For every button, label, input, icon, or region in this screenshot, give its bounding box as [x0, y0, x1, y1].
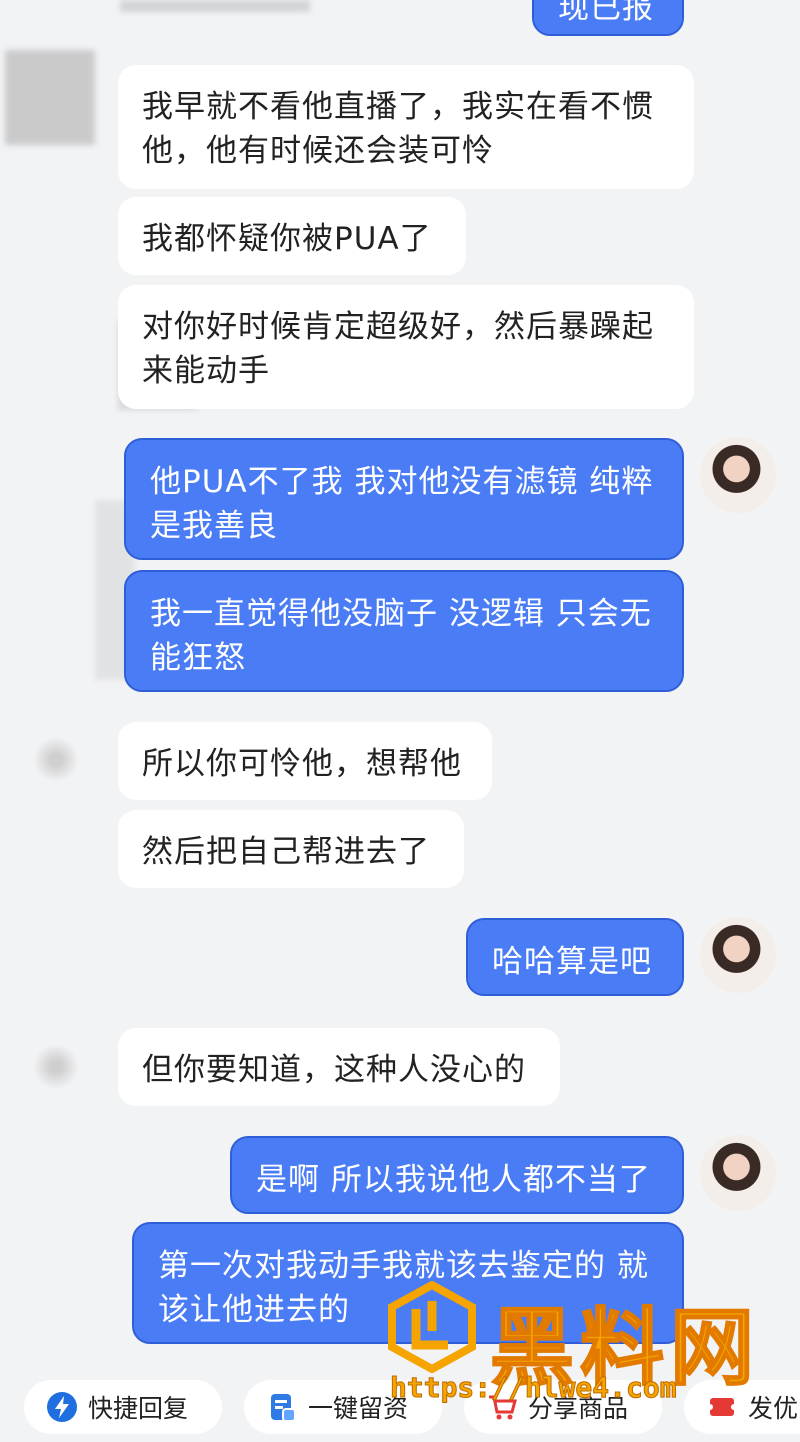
collect-info-button[interactable]: 一键留资	[244, 1380, 442, 1434]
quick-action-bar: 快捷回复 一键留资 分享商品 发优	[0, 1372, 800, 1442]
chat-bubble-incoming[interactable]: 我都怀疑你被PUA了	[118, 197, 466, 275]
chat-bubble-incoming[interactable]: 所以你可怜他，想帮他	[118, 722, 492, 800]
message-text: 所以你可怜他，想帮他	[142, 746, 462, 782]
message-text: 我早就不看他直播了，我实在看不惯他，他有时候还会装可怜	[142, 89, 654, 169]
message-text: 第一次对我动手我就该去鉴定的 就该让他进去的	[158, 1248, 649, 1328]
quick-reply-button[interactable]: 快捷回复	[24, 1380, 222, 1434]
quick-action-label: 快捷回复	[88, 1394, 189, 1423]
chat-bubble-incoming[interactable]: 但你要知道，这种人没心的	[118, 1028, 560, 1106]
message-text: 然后把自己帮进去了	[142, 834, 430, 870]
quick-action-label: 发优	[748, 1394, 799, 1423]
form-icon	[271, 1394, 296, 1422]
lightning-icon	[47, 1392, 77, 1422]
chat-bubble-outgoing[interactable]: 哈哈算是吧	[466, 918, 684, 996]
avatar[interactable]	[700, 917, 776, 993]
message-text: 现已报	[558, 0, 654, 26]
message-text: 哈哈算是吧	[492, 944, 652, 980]
chat-bubble-incoming[interactable]: 对你好时候肯定超级好，然后暴躁起来能动手	[118, 285, 694, 409]
message-text: 我一直觉得他没脑子 没逻辑 只会无能狂怒	[150, 596, 652, 676]
redacted-avatar	[5, 50, 95, 145]
chat-bubble-outgoing[interactable]: 是啊 所以我说他人都不当了	[230, 1136, 684, 1214]
message-text: 但你要知道，这种人没心的	[142, 1052, 526, 1088]
message-text: 是啊 所以我说他人都不当了	[256, 1162, 651, 1198]
avatar[interactable]	[700, 1135, 776, 1211]
chat-bubble-outgoing[interactable]: 他PUA不了我 我对他没有滤镜 纯粹是我善良	[124, 438, 684, 560]
chat-bubble-incoming[interactable]: 然后把自己帮进去了	[118, 810, 464, 888]
send-coupon-button[interactable]: 发优	[684, 1380, 800, 1434]
message-text: 他PUA不了我 我对他没有滤镜 纯粹是我善良	[150, 464, 654, 544]
message-text: 我都怀疑你被PUA了	[142, 221, 432, 257]
chat-bubble-outgoing[interactable]: 第一次对我动手我就该去鉴定的 就该让他进去的	[132, 1222, 684, 1344]
share-product-button[interactable]: 分享商品	[464, 1380, 662, 1434]
avatar[interactable]	[700, 437, 776, 513]
quick-action-label: 分享商品	[528, 1394, 629, 1423]
message-text: 对你好时候肯定超级好，然后暴躁起来能动手	[142, 309, 654, 389]
quick-action-label: 一键留资	[308, 1394, 409, 1423]
chat-bubble-incoming[interactable]: 我早就不看他直播了，我实在看不惯他，他有时候还会装可怜	[118, 65, 694, 189]
cart-icon	[489, 1395, 517, 1420]
chat-bubble-outgoing[interactable]: 我一直觉得他没脑子 没逻辑 只会无能狂怒	[124, 570, 684, 692]
avatar[interactable]	[28, 1035, 98, 1105]
coupon-icon	[707, 1398, 737, 1416]
chat-bubble-outgoing[interactable]: 现已报	[532, 0, 684, 36]
redacted-name	[120, 0, 310, 12]
avatar[interactable]	[28, 728, 98, 798]
